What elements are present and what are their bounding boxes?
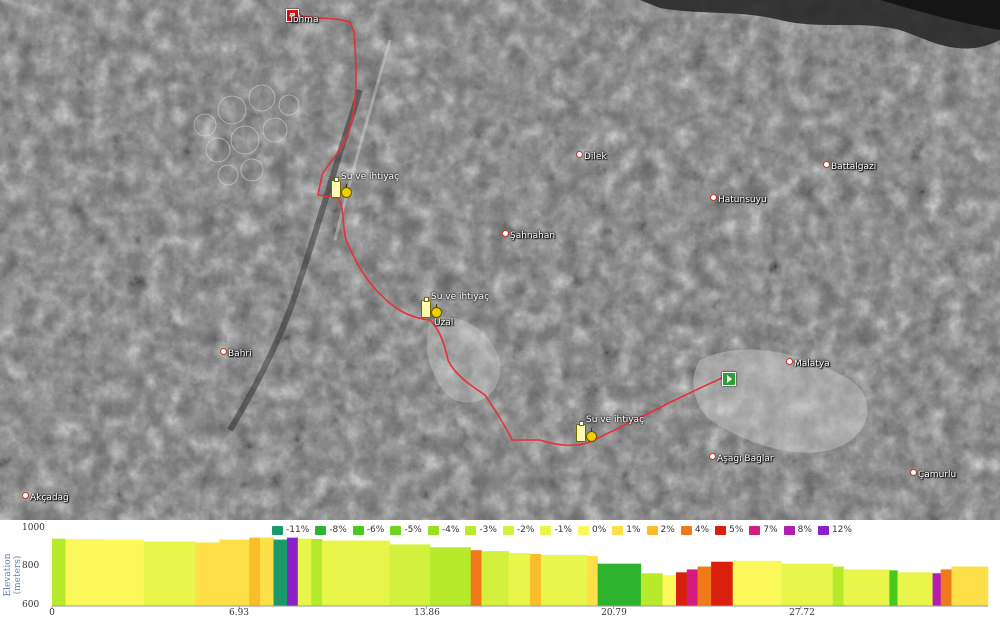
legend-label: -3% <box>479 525 497 535</box>
legend-label: 7% <box>763 525 778 535</box>
place-dot-icon <box>786 358 793 365</box>
legend-label: 0% <box>591 525 607 535</box>
place-label-hatunsuyu[interactable]: Hatunsuyu <box>710 194 767 205</box>
place-dot-icon <box>710 194 717 201</box>
legend-label: 12% <box>831 525 852 535</box>
legend-item: -8% <box>315 523 347 537</box>
x-tick-label: 20.79 <box>601 608 627 618</box>
place-dot-icon <box>22 492 29 499</box>
place-dot-icon <box>910 469 917 476</box>
legend-swatch <box>783 525 795 535</box>
x-tick-label: 6.93 <box>228 608 250 618</box>
grade-legend: -11% -8% -6% -5% -4% -3% -2% -1% 0% 1% 2% 4% 5% 7% 8% 1… <box>272 523 858 537</box>
legend-item: 5% <box>715 523 743 537</box>
legend-label: -5% <box>404 525 422 535</box>
legend-label: -11% <box>286 525 310 535</box>
legend-label: 1% <box>626 525 641 535</box>
legend-swatch <box>612 525 624 535</box>
legend-swatch <box>390 525 402 535</box>
place-label-malatya[interactable]: Malatya <box>786 358 830 369</box>
legend-swatch <box>577 525 589 535</box>
legend-label: -8% <box>329 525 347 535</box>
legend-item: -5% <box>390 523 422 537</box>
x-tick-label: 27.72 <box>789 608 815 618</box>
place-dot-icon <box>709 453 716 460</box>
legend-swatch <box>817 525 829 535</box>
legend-label: 2% <box>660 525 675 535</box>
legend-label: -4% <box>441 525 460 535</box>
legend-label: 4% <box>694 525 710 535</box>
legend-item: -4% <box>427 523 460 537</box>
place-label-dilek[interactable]: Dilek <box>576 151 607 162</box>
place-label-uzal[interactable]: Uzal <box>434 318 453 328</box>
satellite-imagery <box>0 0 1000 520</box>
water-bottle-icon <box>331 177 341 198</box>
waypoint-label: Su ve ihtiyaç <box>341 172 400 182</box>
legend-swatch <box>540 525 552 535</box>
legend-item: -3% <box>465 523 497 537</box>
legend-swatch <box>427 525 439 535</box>
place-label-sahnahan[interactable]: Şahnahan <box>502 230 555 241</box>
legend-swatch <box>465 525 477 535</box>
legend-swatch <box>272 525 283 535</box>
legend-label: 5% <box>729 525 744 535</box>
legend-swatch <box>715 525 727 535</box>
waypoint-label: Su ve ihtiyaç <box>431 292 490 302</box>
legend-item: -6% <box>352 523 385 537</box>
legend-swatch <box>680 525 692 535</box>
legend-item: 2% <box>646 523 675 537</box>
y-tick-label: 1000 <box>22 523 45 533</box>
place-label-tohma[interactable]: Tohma <box>289 15 318 25</box>
place-label-camurlu[interactable]: Çamurlu <box>910 469 956 480</box>
water-bottle-icon <box>421 297 431 318</box>
apple-icon <box>431 304 442 318</box>
y-tick-label: 600 <box>22 600 40 610</box>
legend-label: -1% <box>554 525 572 535</box>
place-dot-icon <box>502 230 509 237</box>
legend-item: 0% <box>577 523 607 537</box>
legend-item: 7% <box>749 523 778 537</box>
place-label-akcadag[interactable]: Akçadağ <box>22 492 69 503</box>
y-tick-label: 800 <box>22 561 40 571</box>
legend-item: -11% <box>272 523 309 537</box>
place-dot-icon <box>576 151 583 158</box>
legend-swatch <box>352 525 364 535</box>
apple-icon <box>586 428 597 442</box>
place-dot-icon <box>220 348 227 355</box>
legend-swatch <box>502 525 514 535</box>
map-view[interactable]: Tohma Dilek Battalgazi Hatunsuyu Şahnaha… <box>0 0 1000 520</box>
route-start-marker[interactable] <box>722 372 736 386</box>
legend-label: -6% <box>366 525 385 535</box>
elevation-axis-title: Elevation (meters) <box>3 553 23 597</box>
legend-label: 8% <box>797 525 812 535</box>
legend-item: 12% <box>817 523 852 537</box>
legend-swatch <box>315 525 327 535</box>
x-tick-label: 13.86 <box>414 608 440 618</box>
place-dot-icon <box>823 161 830 168</box>
legend-label: -2% <box>516 525 535 535</box>
legend-item: -2% <box>502 523 535 537</box>
legend-swatch <box>646 525 658 535</box>
x-tick-label: 0 <box>49 608 55 618</box>
legend-item: 1% <box>612 523 641 537</box>
legend-item: 4% <box>680 523 710 537</box>
place-label-asagi-baglar[interactable]: Aşağı Bağlar <box>709 453 774 464</box>
apple-icon <box>341 184 352 198</box>
place-label-bahri[interactable]: Bahri <box>220 348 252 359</box>
water-bottle-icon <box>576 421 586 442</box>
legend-item: 8% <box>783 523 812 537</box>
legend-item: -1% <box>540 523 572 537</box>
waypoint-label: Su ve ihtiyaç <box>586 415 645 425</box>
place-label-battalgazi[interactable]: Battalgazi <box>823 161 876 172</box>
legend-swatch <box>749 525 761 535</box>
